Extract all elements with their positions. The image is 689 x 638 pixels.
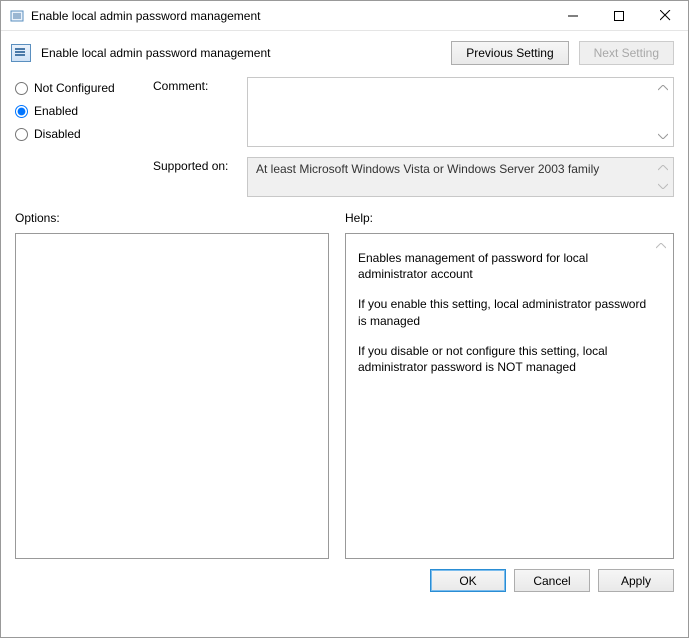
previous-setting-button[interactable]: Previous Setting	[451, 41, 568, 65]
state-radios: Not Configured Enabled Disabled	[15, 77, 135, 197]
radio-disabled[interactable]: Disabled	[15, 127, 135, 141]
radio-not-configured-label: Not Configured	[34, 81, 115, 95]
chevron-up-icon	[653, 238, 669, 254]
radio-not-configured[interactable]: Not Configured	[15, 81, 135, 95]
maximize-button[interactable]	[596, 1, 642, 30]
fields: Comment: Supported on: At least Microsof…	[153, 77, 674, 197]
comment-row: Comment:	[153, 77, 674, 147]
column-labels: Options: Help:	[1, 197, 688, 229]
next-setting-button: Next Setting	[579, 41, 674, 65]
comment-label: Comment:	[153, 77, 239, 147]
radio-disabled-label: Disabled	[34, 127, 81, 141]
minimize-button[interactable]	[550, 1, 596, 30]
cancel-button[interactable]: Cancel	[514, 569, 590, 592]
policy-title: Enable local admin password management	[41, 46, 441, 60]
options-label: Options:	[15, 211, 329, 225]
policy-icon	[11, 44, 31, 62]
supported-value: At least Microsoft Windows Vista or Wind…	[256, 162, 599, 176]
supported-row: Supported on: At least Microsoft Windows…	[153, 157, 674, 197]
header: Enable local admin password management P…	[1, 31, 688, 75]
chevron-down-icon	[655, 128, 671, 144]
options-panel	[15, 233, 329, 559]
radio-disabled-input[interactable]	[15, 128, 28, 141]
chevron-down-icon	[655, 178, 671, 194]
help-panel: Enables management of password for local…	[345, 233, 674, 559]
close-button[interactable]	[642, 1, 688, 30]
help-label: Help:	[345, 211, 674, 225]
columns-body: Enables management of password for local…	[1, 229, 688, 559]
ok-button[interactable]: OK	[430, 569, 506, 592]
help-paragraph: If you disable or not configure this set…	[358, 343, 651, 375]
dialog-footer: OK Cancel Apply	[1, 559, 688, 602]
window-controls	[550, 1, 688, 30]
help-paragraph: Enables management of password for local…	[358, 250, 651, 282]
app-icon	[9, 8, 25, 24]
window-title: Enable local admin password management	[31, 9, 550, 23]
radio-not-configured-input[interactable]	[15, 82, 28, 95]
comment-input[interactable]	[247, 77, 674, 147]
supported-value-box: At least Microsoft Windows Vista or Wind…	[247, 157, 674, 197]
radio-enabled-label: Enabled	[34, 104, 78, 118]
config-area: Not Configured Enabled Disabled Comment:…	[1, 75, 688, 197]
chevron-up-icon	[655, 160, 671, 176]
titlebar: Enable local admin password management	[1, 1, 688, 31]
supported-label: Supported on:	[153, 157, 239, 197]
help-paragraph: If you enable this setting, local admini…	[358, 296, 651, 328]
apply-button[interactable]: Apply	[598, 569, 674, 592]
radio-enabled-input[interactable]	[15, 105, 28, 118]
radio-enabled[interactable]: Enabled	[15, 104, 135, 118]
chevron-up-icon	[655, 80, 671, 96]
